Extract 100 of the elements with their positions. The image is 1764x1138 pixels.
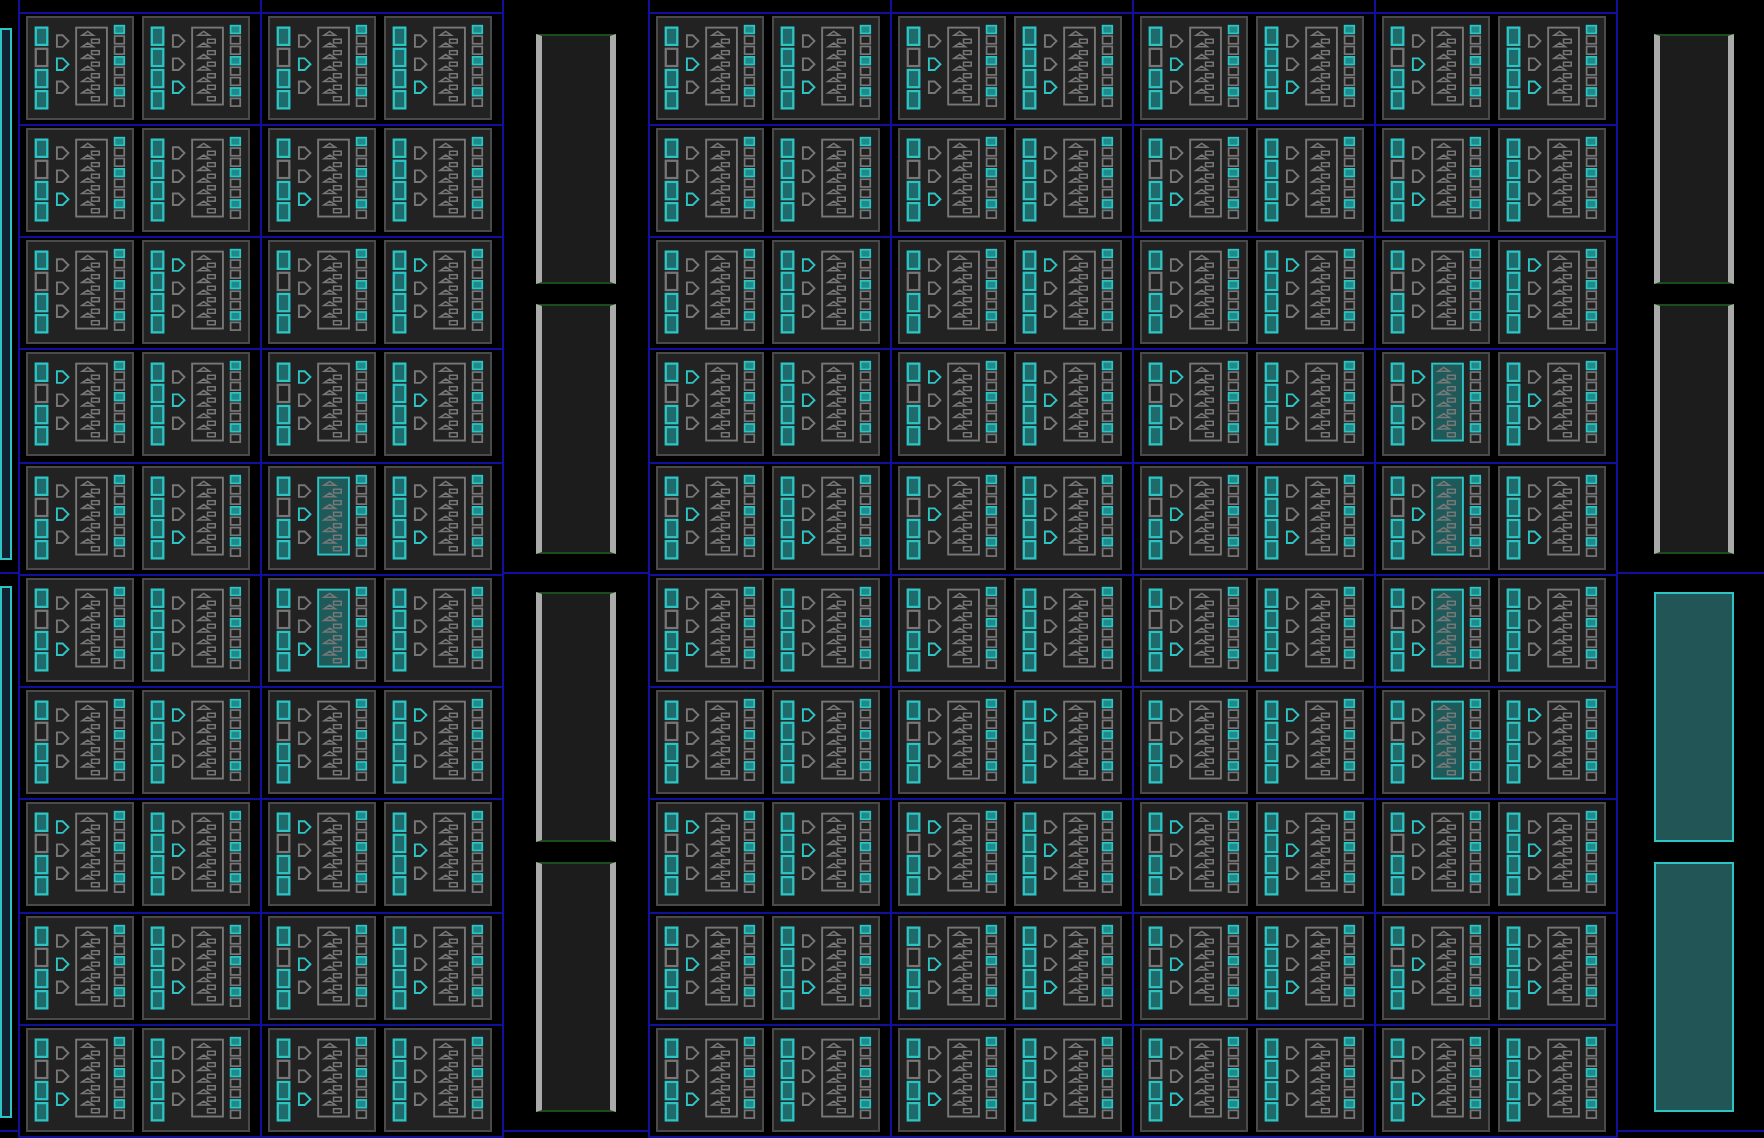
- memory-block[interactable]: [1654, 34, 1734, 284]
- logic-tile[interactable]: [656, 577, 764, 682]
- logic-tile[interactable]: [1256, 15, 1364, 120]
- logic-tile[interactable]: [1140, 15, 1248, 120]
- logic-tile[interactable]: [1498, 915, 1606, 1020]
- logic-tile[interactable]: [268, 465, 376, 570]
- logic-tile[interactable]: [1382, 1027, 1490, 1132]
- logic-tile[interactable]: [1382, 915, 1490, 1020]
- logic-tile[interactable]: [26, 465, 134, 570]
- logic-tile[interactable]: [772, 690, 880, 795]
- logic-tile[interactable]: [26, 1027, 134, 1132]
- logic-tile[interactable]: [26, 577, 134, 682]
- logic-tile[interactable]: [898, 690, 1006, 795]
- logic-tile[interactable]: [1140, 352, 1248, 457]
- logic-tile[interactable]: [1498, 128, 1606, 233]
- logic-tile[interactable]: [772, 15, 880, 120]
- logic-tile[interactable]: [898, 802, 1006, 907]
- logic-tile[interactable]: [1014, 240, 1122, 345]
- logic-tile[interactable]: [1498, 465, 1606, 570]
- logic-tile[interactable]: [268, 128, 376, 233]
- logic-tile[interactable]: [1382, 352, 1490, 457]
- logic-tile[interactable]: [384, 15, 492, 120]
- logic-tile[interactable]: [142, 128, 250, 233]
- logic-tile[interactable]: [142, 240, 250, 345]
- logic-tile[interactable]: [1140, 577, 1248, 682]
- logic-tile[interactable]: [268, 802, 376, 907]
- logic-tile[interactable]: [1014, 128, 1122, 233]
- logic-tile[interactable]: [384, 128, 492, 233]
- logic-tile[interactable]: [1140, 802, 1248, 907]
- logic-tile[interactable]: [26, 352, 134, 457]
- logic-tile[interactable]: [384, 1027, 492, 1132]
- logic-tile[interactable]: [1498, 577, 1606, 682]
- logic-tile[interactable]: [1256, 915, 1364, 1020]
- logic-tile[interactable]: [898, 1027, 1006, 1132]
- logic-tile[interactable]: [384, 690, 492, 795]
- logic-tile[interactable]: [1498, 240, 1606, 345]
- logic-tile[interactable]: [1498, 1027, 1606, 1132]
- logic-tile[interactable]: [656, 802, 764, 907]
- logic-tile[interactable]: [1256, 1027, 1364, 1132]
- logic-tile[interactable]: [142, 690, 250, 795]
- logic-tile[interactable]: [268, 915, 376, 1020]
- logic-tile[interactable]: [772, 915, 880, 1020]
- logic-tile[interactable]: [1382, 240, 1490, 345]
- logic-tile[interactable]: [1382, 15, 1490, 120]
- logic-tile[interactable]: [656, 465, 764, 570]
- logic-tile[interactable]: [384, 465, 492, 570]
- memory-block[interactable]: [1654, 304, 1734, 554]
- logic-tile[interactable]: [384, 802, 492, 907]
- logic-tile[interactable]: [656, 128, 764, 233]
- logic-tile[interactable]: [1140, 465, 1248, 570]
- logic-tile[interactable]: [1014, 690, 1122, 795]
- logic-tile[interactable]: [898, 577, 1006, 682]
- memory-block[interactable]: [0, 28, 12, 560]
- logic-tile[interactable]: [1014, 802, 1122, 907]
- logic-tile[interactable]: [656, 1027, 764, 1132]
- logic-tile[interactable]: [656, 352, 764, 457]
- logic-tile[interactable]: [268, 577, 376, 682]
- memory-block[interactable]: [536, 304, 616, 554]
- logic-tile[interactable]: [26, 128, 134, 233]
- logic-tile[interactable]: [268, 690, 376, 795]
- logic-tile[interactable]: [1256, 352, 1364, 457]
- logic-tile[interactable]: [1014, 577, 1122, 682]
- memory-block[interactable]: [536, 34, 616, 284]
- logic-tile[interactable]: [142, 1027, 250, 1132]
- logic-tile[interactable]: [1014, 465, 1122, 570]
- logic-tile[interactable]: [1140, 690, 1248, 795]
- logic-tile[interactable]: [1382, 465, 1490, 570]
- logic-tile[interactable]: [1014, 1027, 1122, 1132]
- logic-tile[interactable]: [898, 352, 1006, 457]
- logic-tile[interactable]: [26, 802, 134, 907]
- logic-tile[interactable]: [656, 690, 764, 795]
- logic-tile[interactable]: [1498, 690, 1606, 795]
- memory-block[interactable]: [536, 862, 616, 1112]
- logic-tile[interactable]: [142, 15, 250, 120]
- memory-block[interactable]: [1654, 862, 1734, 1112]
- logic-tile[interactable]: [1256, 690, 1364, 795]
- logic-tile[interactable]: [26, 915, 134, 1020]
- logic-tile[interactable]: [656, 915, 764, 1020]
- logic-tile[interactable]: [384, 577, 492, 682]
- memory-block[interactable]: [0, 586, 12, 1118]
- logic-tile[interactable]: [1498, 352, 1606, 457]
- logic-tile[interactable]: [1382, 128, 1490, 233]
- logic-tile[interactable]: [772, 1027, 880, 1132]
- logic-tile[interactable]: [1014, 352, 1122, 457]
- logic-tile[interactable]: [1498, 15, 1606, 120]
- logic-tile[interactable]: [898, 240, 1006, 345]
- logic-tile[interactable]: [898, 128, 1006, 233]
- logic-tile[interactable]: [1382, 690, 1490, 795]
- logic-tile[interactable]: [772, 128, 880, 233]
- logic-tile[interactable]: [1014, 915, 1122, 1020]
- logic-tile[interactable]: [772, 465, 880, 570]
- logic-tile[interactable]: [898, 15, 1006, 120]
- logic-tile[interactable]: [1382, 577, 1490, 682]
- logic-tile[interactable]: [268, 15, 376, 120]
- logic-tile[interactable]: [1256, 577, 1364, 682]
- logic-tile[interactable]: [384, 352, 492, 457]
- logic-tile[interactable]: [384, 240, 492, 345]
- logic-tile[interactable]: [1256, 802, 1364, 907]
- logic-tile[interactable]: [1140, 1027, 1248, 1132]
- memory-block[interactable]: [1654, 592, 1734, 842]
